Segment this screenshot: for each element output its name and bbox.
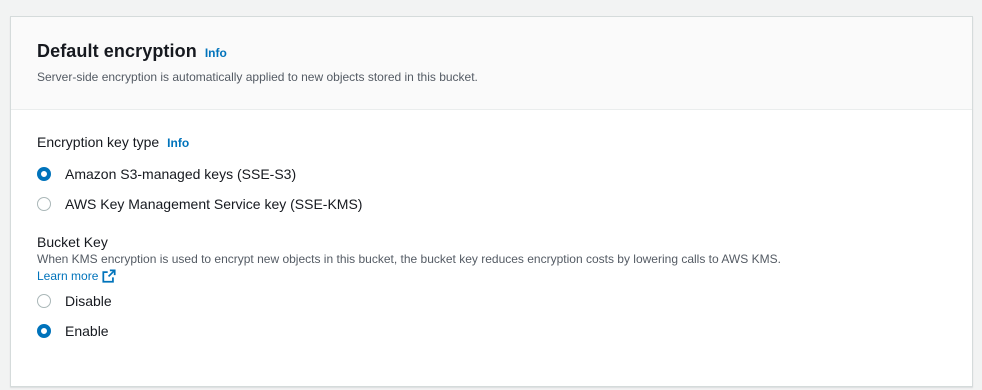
bucket-key-description: When KMS encryption is used to encrypt n… — [37, 252, 781, 266]
radio-button-unchecked-icon[interactable] — [37, 197, 51, 211]
panel-header: Default encryption Info Server-side encr… — [11, 17, 972, 110]
radio-button-checked-icon[interactable] — [37, 324, 51, 338]
radio-option-disable[interactable]: Disable — [37, 289, 972, 313]
panel-description: Server-side encryption is automatically … — [37, 70, 478, 84]
encryption-key-type-info-link[interactable]: Info — [167, 136, 189, 150]
radio-button-unchecked-icon[interactable] — [37, 294, 51, 308]
encryption-key-type-label: Encryption key type — [37, 134, 160, 150]
radio-option-sse-s3[interactable]: Amazon S3-managed keys (SSE-S3) — [37, 162, 972, 186]
learn-more-label: Learn more — [37, 269, 99, 283]
learn-more-link[interactable]: Learn more — [37, 268, 116, 284]
bucket-key-label: Bucket Key — [37, 234, 108, 250]
radio-label-enable: Enable — [65, 323, 109, 339]
radio-option-enable[interactable]: Enable — [37, 319, 972, 343]
default-encryption-panel: Default encryption Info Server-side encr… — [10, 16, 973, 387]
radio-label-sse-s3: Amazon S3-managed keys (SSE-S3) — [65, 166, 297, 182]
radio-label-sse-kms: AWS Key Management Service key (SSE-KMS) — [65, 196, 363, 212]
title-row: Default encryption Info — [37, 41, 972, 62]
panel-title: Default encryption — [37, 41, 197, 61]
external-link-icon — [102, 269, 116, 283]
radio-label-disable: Disable — [65, 293, 112, 309]
radio-button-checked-icon[interactable] — [37, 167, 51, 181]
panel-body: Encryption key type Info Amazon S3-manag… — [11, 110, 972, 343]
title-info-link[interactable]: Info — [205, 46, 227, 60]
radio-option-sse-kms[interactable]: AWS Key Management Service key (SSE-KMS) — [37, 192, 972, 216]
encryption-key-type-label-row: Encryption key type Info — [37, 134, 972, 154]
